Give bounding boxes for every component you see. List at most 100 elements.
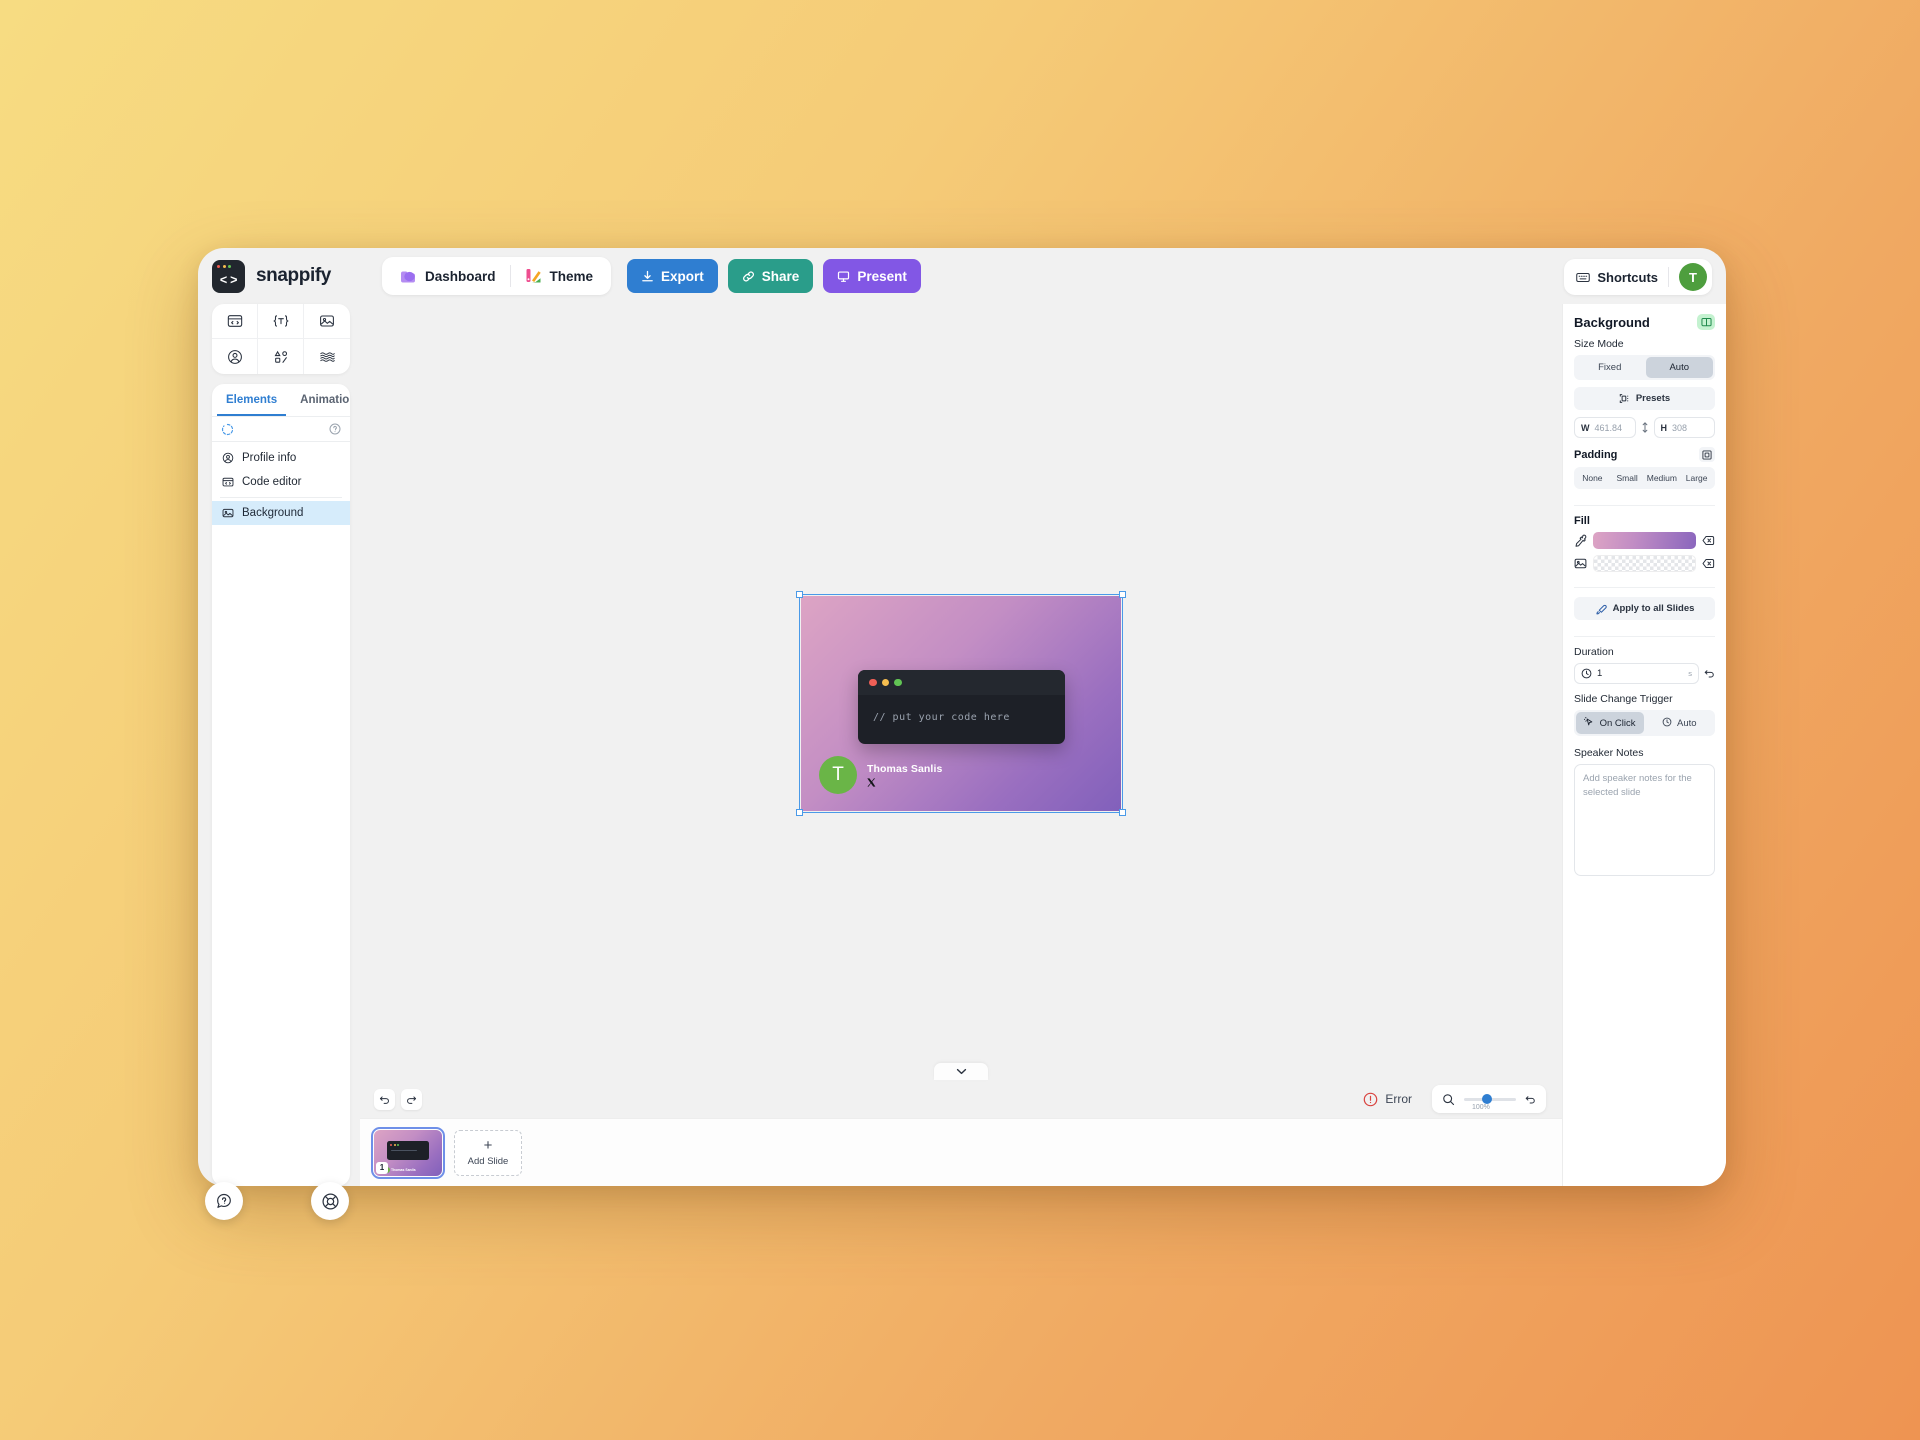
padding-none[interactable]: None [1576,469,1609,487]
link-ratio-icon[interactable] [1640,421,1650,434]
profile-text-group: Thomas Sanlis [867,763,942,787]
support-button[interactable] [311,1182,349,1220]
brand-name: snappify [256,265,331,286]
brand-logo-icon: < > [212,259,245,293]
width-input[interactable]: W 461.84 [1574,417,1636,438]
size-mode-auto[interactable]: Auto [1645,357,1713,378]
tab-elements[interactable]: Elements [217,384,287,416]
canvas-column: // put your code here T Thomas Sanlis Er… [358,304,1562,1186]
background-icon [222,507,234,519]
nav-item-theme[interactable]: Theme [511,261,608,291]
clock-icon [1662,717,1672,727]
trigger-on-click-label: On Click [1599,718,1636,729]
magnifier-icon[interactable] [1442,1093,1455,1106]
slide-canvas[interactable]: // put your code here T Thomas Sanlis [801,596,1121,811]
folder-icon [400,269,417,284]
profile-name: Thomas Sanlis [867,763,943,775]
clock-icon [1581,668,1592,679]
undo-button[interactable] [374,1088,395,1110]
height-input[interactable]: H 308 [1653,417,1715,438]
keyboard-icon [1576,272,1591,283]
element-background[interactable]: Background [212,501,350,525]
trigger-on-click[interactable]: On Click [1576,712,1644,734]
width-value: 461.84 [1594,422,1623,433]
app-window: < > snappify Dashboard Theme Export Shar… [198,248,1726,1186]
slides-strip: Thomas Sanlis 1 + Add Slide [360,1118,1562,1186]
nav-item-dashboard[interactable]: Dashboard [386,261,510,291]
profile-info-element[interactable]: T Thomas Sanlis [819,756,942,794]
speaker-notes-input[interactable]: Add speaker notes for the selected slide [1574,764,1715,876]
clear-icon[interactable] [1702,558,1715,569]
element-profile-info[interactable]: Profile info [212,446,350,470]
image-icon[interactable] [1574,557,1587,570]
code-editor-element[interactable]: // put your code here [858,670,1065,744]
trigger-auto[interactable]: Auto [1646,712,1714,734]
presets-button[interactable]: Presets [1574,387,1715,410]
tool-image[interactable] [304,304,350,339]
eyedropper-icon[interactable] [1574,534,1587,547]
tool-text[interactable] [258,304,304,339]
insert-tool-grid [212,304,350,374]
main-nav: Dashboard Theme [382,257,612,295]
share-button[interactable]: Share [727,259,814,293]
panel-divider-2 [1574,587,1715,588]
size-mode-fixed[interactable]: Fixed [1576,357,1644,378]
present-button[interactable]: Present [823,259,921,293]
tool-profile[interactable] [212,339,258,374]
question-icon[interactable] [329,423,341,435]
element-background-label: Background [242,507,304,519]
element-code-editor[interactable]: Code editor [212,470,350,494]
speaker-notes-label: Speaker Notes [1574,747,1644,759]
add-slide-label: Add Slide [467,1156,509,1167]
download-icon [641,270,654,283]
loading-icon[interactable] [221,423,234,436]
duration-input[interactable]: 1 s [1574,663,1699,684]
zoom-slider[interactable]: 100% [1464,1094,1516,1111]
reset-icon[interactable] [1525,1094,1536,1105]
reset-icon[interactable] [1704,668,1715,679]
thumbnail-name-text: Thomas Sanlis [391,1167,416,1172]
padding-large[interactable]: Large [1680,469,1713,487]
traffic-light-green [894,678,902,687]
tool-shapes[interactable] [258,339,304,374]
lifebuoy-icon [321,1192,340,1211]
panel-docs-button[interactable] [1697,314,1715,330]
share-button-label: Share [761,268,800,284]
collapse-panel-button[interactable] [934,1063,988,1080]
padding-options-button[interactable] [1699,447,1715,462]
panel-divider-1 [1574,505,1715,506]
profile-icon [227,349,243,365]
size-inputs-row: W 461.84 H 308 [1574,417,1715,438]
text-icon [272,313,289,329]
traffic-light-red [869,678,877,687]
traffic-light-yellow [881,678,889,687]
duration-value: 1 [1597,668,1603,679]
add-slide-button[interactable]: + Add Slide [454,1129,522,1176]
redo-button[interactable] [401,1088,422,1110]
padding-medium[interactable]: Medium [1646,469,1679,487]
user-avatar[interactable]: T [1679,263,1707,291]
tab-animations[interactable]: Animations [291,384,350,416]
tool-pattern[interactable] [304,339,350,374]
chat-help-button[interactable] [205,1182,243,1220]
canvas-area[interactable]: // put your code here T Thomas Sanlis [360,304,1562,1080]
export-button[interactable]: Export [627,259,718,293]
clear-icon[interactable] [1702,535,1715,546]
slide-avatar: T [819,756,857,794]
fill-image-swatch[interactable] [1593,555,1696,572]
cursor-click-icon [1583,717,1594,727]
padding-small[interactable]: Small [1611,469,1644,487]
padding-icon [1702,449,1712,460]
shortcuts-label: Shortcuts [1597,269,1658,285]
shortcuts-button[interactable]: Shortcuts [1576,270,1658,285]
apply-to-all-slides-button[interactable]: Apply to all Slides [1574,597,1715,620]
zoom-slider-knob[interactable] [1482,1094,1492,1104]
tool-code-window[interactable] [212,304,258,339]
width-key: W [1581,422,1590,433]
shapes-icon [273,349,289,365]
error-indicator[interactable]: Error [1363,1092,1412,1107]
thumbnail-profile-name: Thomas Sanlis [391,1168,416,1172]
fill-gradient-swatch[interactable] [1593,532,1696,549]
fill-image-row [1574,555,1715,572]
slide-thumbnail-1[interactable]: Thomas Sanlis 1 [371,1126,445,1179]
